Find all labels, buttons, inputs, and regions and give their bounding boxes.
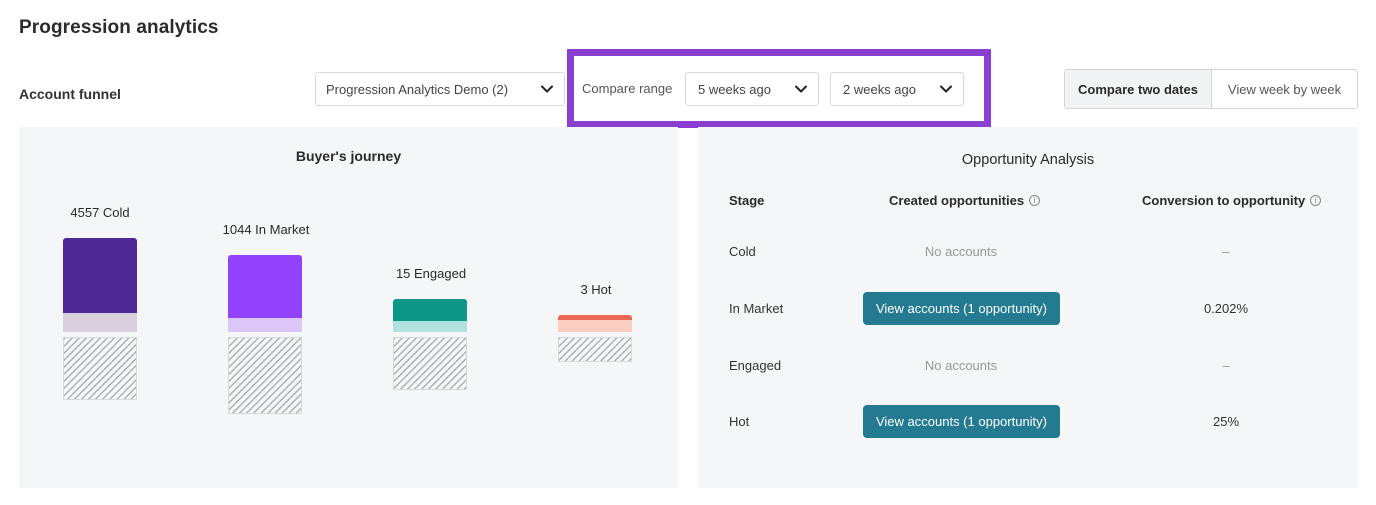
account-funnel-label: Account funnel: [19, 86, 121, 102]
chevron-down-icon: [540, 82, 554, 96]
bar-in-market-hatch: [228, 337, 302, 414]
bar-cold-hatch: [63, 337, 137, 400]
bar-engaged-hatch: [393, 337, 467, 390]
bar-cold-previous: [63, 313, 137, 332]
buyers-journey-title: Buyer's journey: [295, 148, 402, 164]
bar-engaged-previous: [393, 321, 467, 332]
col-header-conversion: Conversion to opportunity i: [1142, 193, 1322, 208]
buyers-journey-panel: Buyer's journey 4557 Cold 1044 In Market…: [19, 127, 678, 488]
bar-hot-hatch: [558, 337, 632, 362]
bar-in-market: [228, 255, 302, 318]
conversion-engaged: –: [1222, 358, 1230, 373]
compare-two-dates-button[interactable]: Compare two dates: [1065, 70, 1212, 108]
opportunity-analysis-title: Opportunity Analysis: [961, 152, 1095, 168]
bar-label-cold: 4557 Cold: [70, 205, 130, 220]
stage-label-hot: Hot: [729, 414, 750, 429]
dataset-select-value: Progression Analytics Demo (2): [326, 81, 509, 97]
view-mode-toggle: Compare two dates View week by week: [1064, 69, 1358, 109]
stage-label-engaged: Engaged: [729, 358, 782, 373]
col-header-created: Created opportunities i: [889, 193, 1041, 208]
created-cold: No accounts: [924, 244, 998, 259]
bar-engaged: [393, 299, 467, 321]
created-engaged: No accounts: [924, 358, 998, 373]
col-header-stage: Stage: [729, 193, 764, 208]
stage-label-cold: Cold: [729, 244, 756, 259]
info-icon[interactable]: i: [1310, 195, 1322, 206]
view-accounts-hot-button[interactable]: View accounts (1 opportunity): [863, 405, 1060, 438]
chevron-down-icon: [794, 82, 808, 96]
info-icon[interactable]: i: [1029, 195, 1041, 206]
compare-from-select[interactable]: 5 weeks ago: [685, 72, 819, 106]
view-accounts-in-market-button[interactable]: View accounts (1 opportunity): [863, 292, 1060, 325]
conversion-hot: 25%: [1212, 414, 1240, 429]
bar-label-engaged: 15 Engaged: [395, 266, 467, 281]
opportunity-analysis-panel: Opportunity Analysis Stage Created oppor…: [698, 127, 1358, 488]
page-title: Progression analytics: [19, 17, 219, 38]
compare-range-label: Compare range: [582, 81, 673, 96]
view-week-by-week-button[interactable]: View week by week: [1212, 70, 1357, 108]
conversion-cold: –: [1222, 244, 1230, 259]
bar-label-hot: 3 Hot: [580, 282, 612, 297]
dataset-select[interactable]: Progression Analytics Demo (2): [315, 72, 565, 106]
chevron-down-icon: [939, 82, 953, 96]
compare-from-value: 5 weeks ago: [698, 81, 771, 97]
conversion-in-market: 0.202%: [1203, 301, 1249, 316]
bar-in-market-previous: [228, 318, 302, 332]
compare-to-value: 2 weeks ago: [843, 81, 916, 97]
bar-hot-previous: [558, 320, 632, 332]
col-header-created-label: Created opportunities: [889, 193, 1025, 208]
compare-to-select[interactable]: 2 weeks ago: [830, 72, 964, 106]
bar-label-in-market: 1044 In Market: [222, 222, 310, 237]
col-header-conversion-label: Conversion to opportunity: [1142, 193, 1306, 208]
bar-cold: [63, 238, 137, 313]
col-header-stage-label: Stage: [729, 193, 765, 208]
stage-label-in-market: In Market: [729, 301, 784, 316]
